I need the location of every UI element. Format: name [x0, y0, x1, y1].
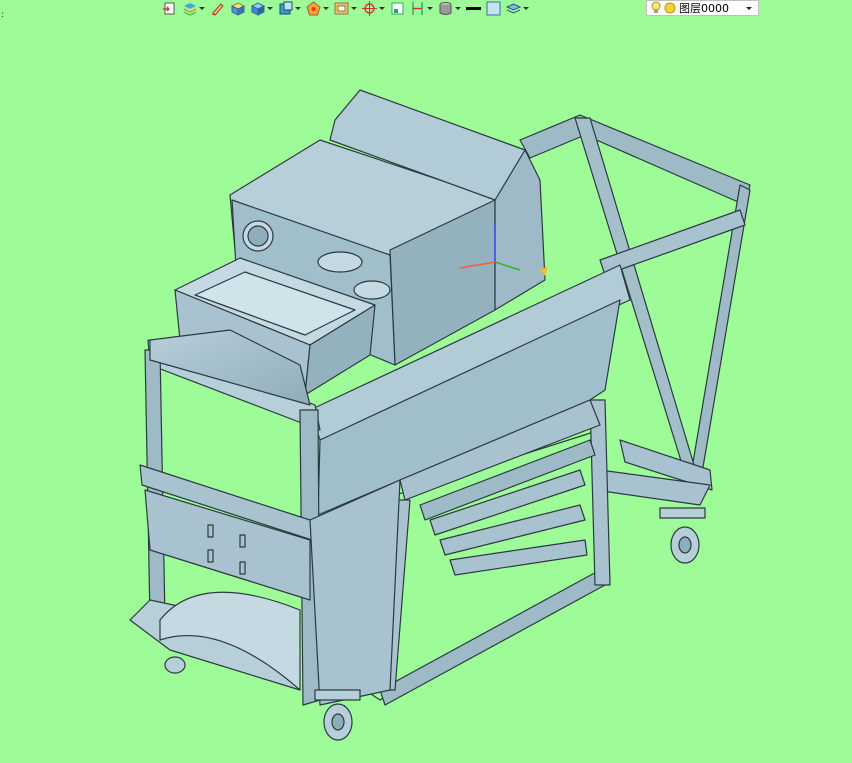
snap-icon: [362, 1, 377, 16]
cube-view-icon: [279, 1, 293, 15]
dimension-button[interactable]: [408, 0, 435, 17]
chevron-down-icon: [523, 7, 529, 10]
grid-icon: [391, 2, 404, 15]
layer-manager-button[interactable]: [504, 0, 531, 17]
cube-blue-icon: [250, 2, 265, 16]
layer-select[interactable]: 图层0000: [646, 0, 759, 16]
3d-viewport[interactable]: [0, 0, 852, 759]
line-color-button[interactable]: [464, 0, 483, 17]
frame-button[interactable]: [332, 0, 359, 17]
cube-yellow-icon: [230, 2, 245, 16]
sun-icon: [664, 2, 676, 14]
chevron-down-icon: [351, 7, 357, 10]
shading-icon: [306, 1, 321, 16]
chevron-down-icon: [295, 7, 301, 10]
chevron-down-icon: [323, 7, 329, 10]
import-button[interactable]: [160, 0, 179, 17]
layer-select-value: 图层0000: [679, 2, 729, 15]
chevron-down-icon: [455, 7, 461, 10]
fill-color-button[interactable]: [484, 0, 503, 17]
lightbulb-icon: [651, 1, 661, 13]
chevron-down-icon: [267, 7, 273, 10]
grid-button[interactable]: [388, 0, 407, 17]
layer-manager-icon: [506, 3, 521, 14]
material-button[interactable]: [436, 0, 463, 17]
shading-button[interactable]: [304, 0, 331, 17]
pen-icon: [212, 3, 224, 16]
chevron-down-icon: [379, 7, 385, 10]
line-color-icon: [466, 7, 481, 10]
layers-stack-icon: [183, 3, 197, 16]
machine-model: [129, 89, 751, 741]
material-icon: [439, 2, 452, 15]
chevron-down-icon: [199, 7, 205, 10]
fill-color-icon: [486, 1, 501, 16]
chevron-down-icon[interactable]: [746, 6, 752, 10]
cube-blue-button[interactable]: [248, 0, 275, 17]
pen-button[interactable]: [208, 0, 227, 17]
chevron-down-icon: [427, 7, 433, 10]
import-icon: [163, 2, 175, 15]
corner-mark: :: [1, 10, 5, 20]
dimension-icon: [412, 2, 423, 15]
snap-button[interactable]: [360, 0, 387, 17]
view-toolbar: [160, 0, 531, 17]
frame-icon: [334, 2, 349, 15]
layers-stack-button[interactable]: [180, 0, 207, 17]
cube-yellow-button[interactable]: [228, 0, 247, 17]
cube-view-button[interactable]: [276, 0, 303, 17]
